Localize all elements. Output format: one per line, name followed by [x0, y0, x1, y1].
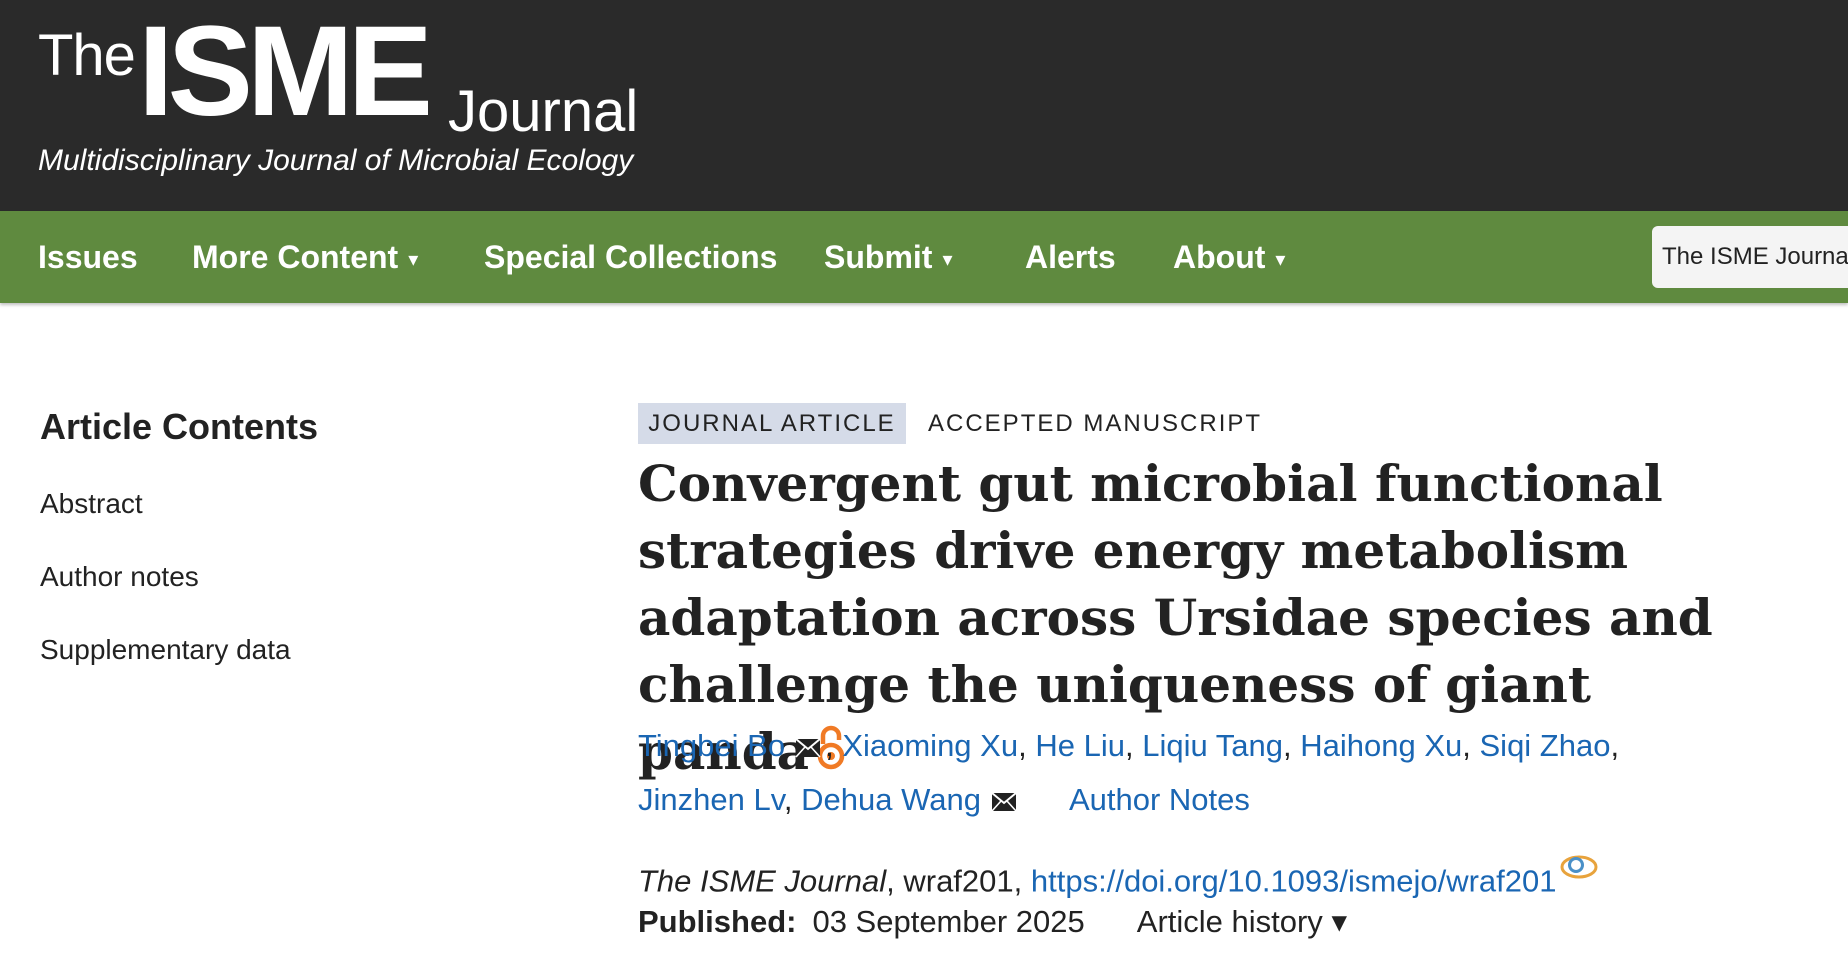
main-nav: Issues More Content ▾ Special Collections… [0, 211, 1848, 303]
author-separator: , [1124, 728, 1134, 763]
chevron-down-icon: ▾ [408, 248, 419, 271]
chevron-down-icon: ▾ [942, 248, 953, 271]
contents-link-abstract[interactable]: Abstract [40, 488, 143, 520]
chevron-down-icon: ▾ [1275, 248, 1286, 271]
nav-issues-label: Issues [38, 239, 138, 275]
author-separator: , [783, 781, 793, 817]
author-link[interactable]: Dehua Wang [801, 782, 981, 817]
author-separator: , [1610, 728, 1620, 763]
citation-article-id: wraf201 [903, 863, 1014, 899]
citation-journal-name: The ISME Journal [638, 863, 887, 899]
logo-the: The [38, 23, 136, 88]
author-link[interactable]: He Liu [1035, 728, 1125, 763]
doi-link[interactable]: https://doi.org/10.1093/ismejo/wraf201 [1031, 863, 1557, 898]
author-link[interactable]: Jinzhen Lv [638, 782, 784, 817]
nav-issues[interactable]: Issues [38, 211, 138, 303]
author-notes-link[interactable]: Author Notes [1069, 782, 1250, 817]
article-type-tag: JOURNAL ARTICLE [638, 403, 906, 444]
article-history-toggle[interactable]: Article history ▾ [1137, 904, 1347, 939]
author-link[interactable]: Xiaoming Xu [842, 728, 1018, 763]
nav-about-label: About [1173, 239, 1266, 275]
author-separator: , [1462, 728, 1471, 763]
mail-icon[interactable] [991, 776, 1017, 828]
author-link[interactable]: Haihong Xu [1300, 728, 1462, 763]
contents-link-supplementary-data[interactable]: Supplementary data [40, 634, 291, 666]
contents-link-author-notes[interactable]: Author notes [40, 561, 199, 593]
nav-more-content[interactable]: More Content ▾ [192, 211, 418, 303]
nav-special-collections-label: Special Collections [484, 239, 778, 275]
citation-separator: , [1013, 863, 1023, 899]
published-label: Published: [638, 904, 797, 939]
article-contents-heading: Article Contents [40, 406, 319, 447]
nav-more-content-label: More Content [192, 239, 399, 275]
citation: The ISME Journal, wraf201, https://doi.o… [638, 852, 1599, 899]
article-status-tag: ACCEPTED MANUSCRIPT [928, 410, 1263, 437]
author-separator: , [1018, 728, 1027, 763]
masthead: The ISME Journal Multidisciplinary Journ… [0, 0, 1848, 211]
logo-journal: Journal [448, 79, 639, 144]
nav-submit[interactable]: Submit ▾ [824, 211, 952, 303]
mail-icon[interactable] [795, 722, 821, 774]
author-separator: , [1282, 728, 1292, 763]
author-separator: , [825, 728, 834, 763]
nav-alerts[interactable]: Alerts [1025, 211, 1116, 303]
nav-alerts-label: Alerts [1025, 239, 1116, 275]
nav-special-collections[interactable]: Special Collections [484, 211, 777, 303]
chevron-down-icon: ▾ [1331, 904, 1347, 939]
citation-separator: , [886, 863, 895, 899]
nav-submit-label: Submit [824, 239, 933, 275]
altmetric-icon[interactable] [1559, 852, 1599, 888]
logo-isme: ISME [138, 0, 433, 143]
published-date: 03 September 2025 [812, 904, 1085, 939]
author-link[interactable]: Liqiu Tang [1142, 728, 1283, 763]
author-list: Tingbei Bo, Xiaoming Xu, He Liu, Liqiu T… [638, 720, 1738, 828]
nav-about[interactable]: About ▾ [1173, 211, 1285, 303]
author-link[interactable]: Tingbei Bo [638, 728, 785, 763]
published-row: Published: 03 September 2025 Article histo… [638, 904, 1347, 940]
author-link[interactable]: Siqi Zhao [1480, 728, 1611, 763]
journal-selector[interactable]: The ISME Journal [1652, 226, 1848, 288]
article-history-label: Article history [1136, 904, 1323, 939]
logo-tagline: Multidisciplinary Journal of Microbial E… [38, 144, 634, 177]
